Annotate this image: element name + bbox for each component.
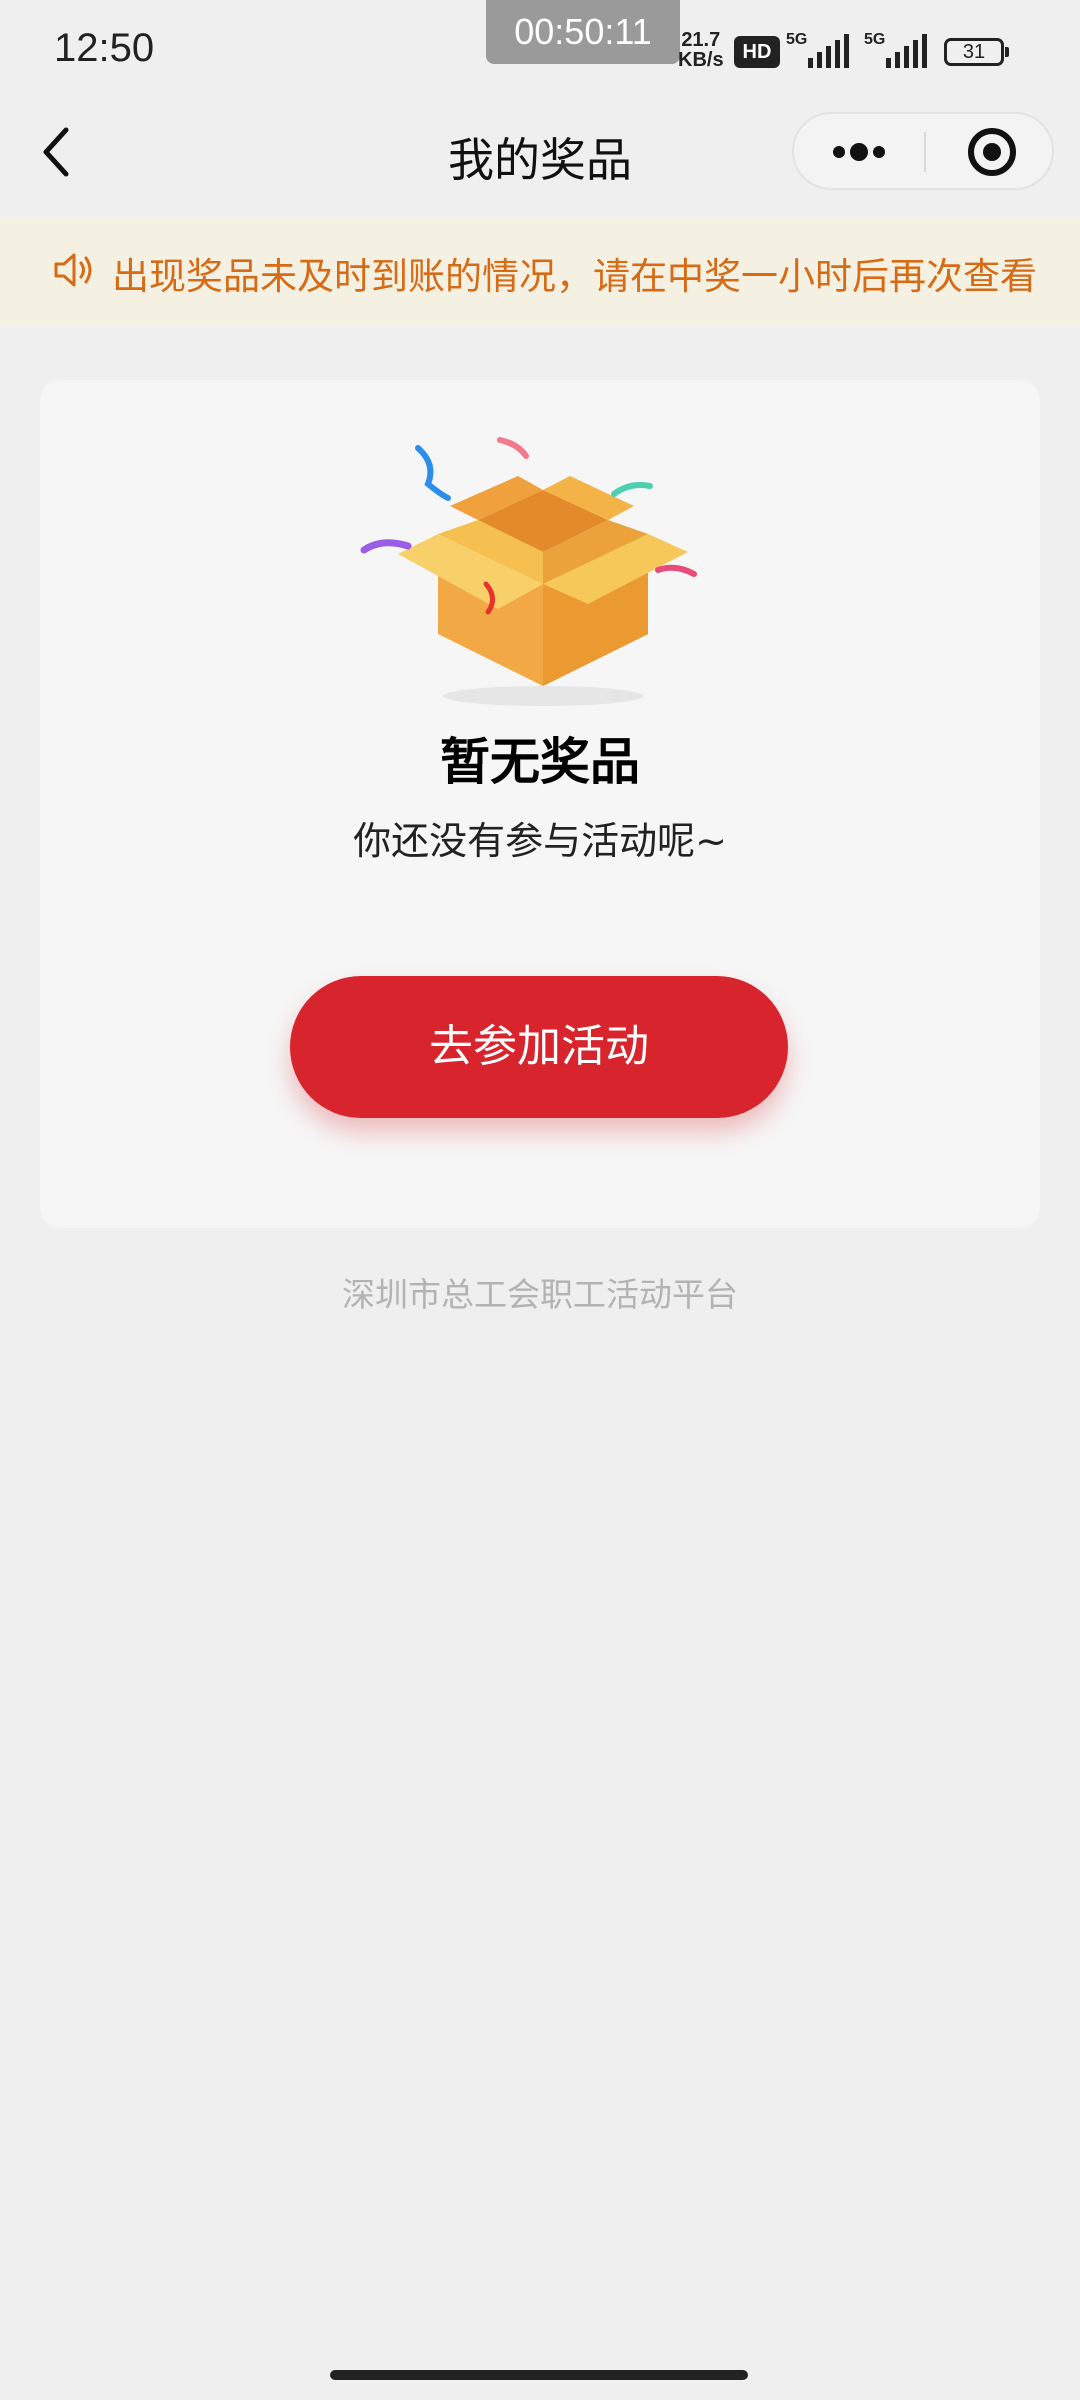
- signal-label: 5G: [864, 31, 885, 48]
- notice-banner: 出现奖品未及时到账的情况，请在中奖一小时后再次查看: [0, 218, 1080, 326]
- battery-indicator: 31: [944, 38, 1009, 66]
- empty-state-title: 暂无奖品: [440, 733, 640, 791]
- speaker-icon: [54, 253, 92, 287]
- status-time: 12:50: [54, 26, 155, 70]
- capsule-divider: [924, 132, 926, 172]
- recording-timer: 00:50:11: [486, 0, 680, 64]
- status-bar: 12:50 00:50:11 21.7 KB/s HD 5G 5G 31: [0, 0, 1080, 100]
- target-close-icon: [968, 128, 1016, 176]
- nav-bar: 我的奖品: [0, 100, 1080, 218]
- empty-state-subtitle: 你还没有参与活动呢~: [353, 819, 727, 863]
- more-button[interactable]: [814, 122, 904, 182]
- signal-strength-icon: 5G: [786, 31, 849, 68]
- hd-badge: HD: [734, 36, 780, 68]
- signal-label: 5G: [786, 31, 807, 48]
- network-speed-unit: KB/s: [678, 49, 724, 71]
- network-speed-value: 21.7: [681, 29, 721, 51]
- join-activity-button[interactable]: 去参加活动: [290, 976, 788, 1118]
- footer-platform-name: 深圳市总工会职工活动平台: [342, 1275, 738, 1314]
- close-button[interactable]: [962, 122, 1022, 182]
- network-speed: 21.7 KB/s: [678, 30, 724, 70]
- open-gift-box-icon: [360, 437, 697, 706]
- home-indicator[interactable]: [330, 2370, 748, 2380]
- signal-strength-icon: 5G: [864, 31, 927, 68]
- mini-program-capsule: [792, 112, 1054, 190]
- prize-empty-card: 暂无奖品 你还没有参与活动呢~ 去参加活动: [40, 380, 1040, 1228]
- more-dots-icon: [833, 143, 885, 161]
- notice-text: 出现奖品未及时到账的情况，请在中奖一小时后再次查看: [112, 255, 1037, 298]
